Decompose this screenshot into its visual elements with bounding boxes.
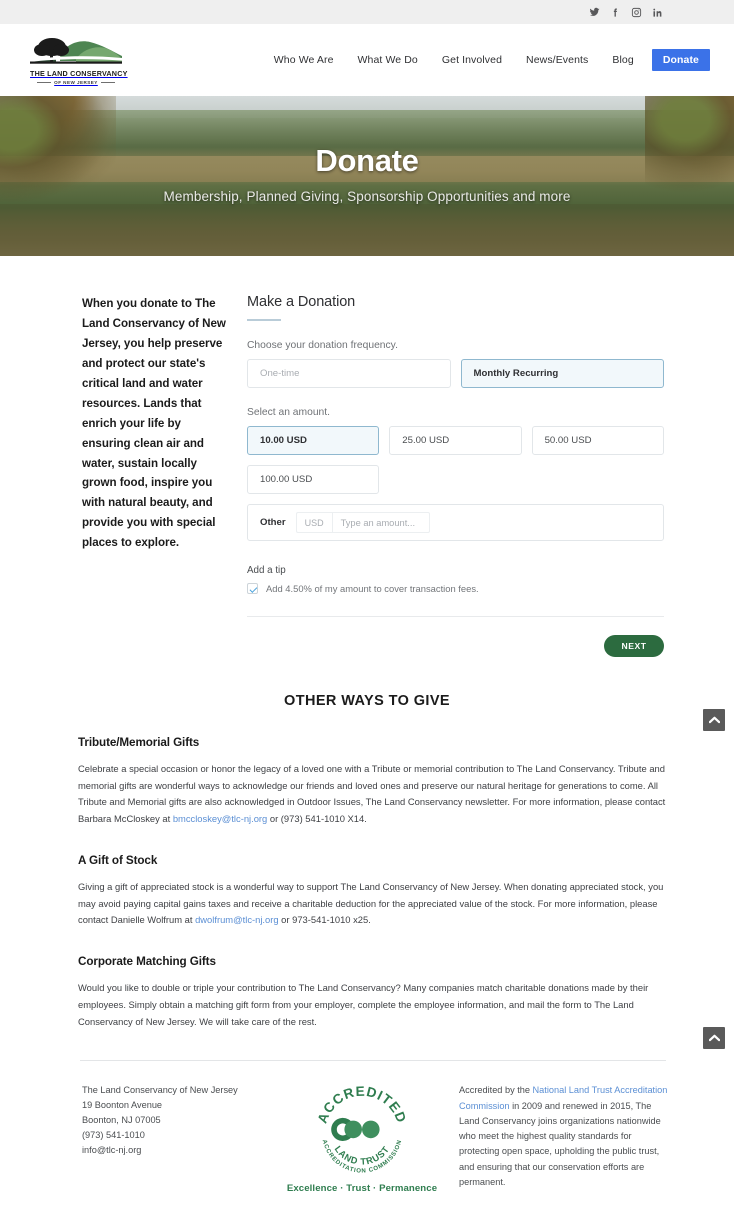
frequency-label: Choose your donation frequency. [247,340,398,351]
form-title: Make a Donation [247,294,356,310]
logo-subtitle-row: OF NEW JERSEY [30,80,122,85]
footer-org: The Land Conservancy of New Jersey [82,1085,238,1096]
way-body: Would you like to double or triple your … [78,980,666,1030]
scroll-to-top-button[interactable] [703,1027,725,1049]
way-tribute-memorial-gifts: Tribute/Memorial Gifts Celebrate a speci… [78,736,666,828]
amount-option-10[interactable]: 10.00 USD [247,426,380,455]
way-body-before: Would you like to double or triple your … [78,982,649,1027]
frequency-option-monthly-recurring[interactable]: Monthly Recurring [460,359,664,388]
footer-phone: (973) 541-1010 [82,1130,145,1141]
way-gift-of-stock: A Gift of Stock Giving a gift of appreci… [78,854,666,929]
main-content: When you donate to The Land Conservancy … [0,256,734,1228]
intro-column: When you donate to The Land Conservancy … [82,294,247,657]
way-email-link[interactable]: dwolfrum@tlc-nj.org [195,914,279,925]
site-footer: The Land Conservancy of New Jersey 19 Bo… [0,1061,734,1228]
accreditation-seal: ACCREDITED LAND TRUST ACCREDITATION COMM… [277,1083,447,1194]
logo-rule-right [100,82,115,83]
footer-accreditation-text: Accredited by the National Land Trust Ac… [447,1083,674,1190]
other-amount-input[interactable]: Type an amount... [331,512,430,533]
other-amount-row[interactable]: Other USD Type an amount... [247,504,664,541]
svg-text:ACCREDITED: ACCREDITED [315,1084,410,1126]
way-title: Corporate Matching Gifts [78,955,216,969]
amount-option-100[interactable]: 100.00 USD [247,465,380,494]
way-body: Giving a gift of appreciated stock is a … [78,879,666,929]
way-title: A Gift of Stock [78,853,158,867]
hero-banner: Donate Membership, Planned Giving, Spons… [0,96,734,256]
chevron-up-icon [708,1034,720,1042]
way-email-link[interactable]: bmccloskey@tlc-nj.org [173,813,267,824]
way-body-after: or 973-541-1010 x25. [278,914,371,926]
nav-item-blog[interactable]: Blog [600,54,645,66]
accreditation-before: Accredited by the [459,1085,533,1096]
footer-email: info@tlc-nj.org [82,1144,142,1155]
footer-street: 19 Boonton Avenue [82,1100,163,1111]
chevron-up-icon [708,716,720,724]
tip-checkbox-label: Add 4.50% of my amount to cover transact… [266,583,479,594]
amount-label: Select an amount. [247,407,330,418]
tip-label: Add a tip [247,565,286,576]
way-title: Tribute/Memorial Gifts [78,736,200,749]
amount-option-25[interactable]: 25.00 USD [389,426,522,455]
frequency-option-one-time[interactable]: One-time [247,359,451,388]
site-header: THE LAND CONSERVANCY OF NEW JERSEY Who W… [0,24,734,96]
logo-title: THE LAND CONSERVANCY [30,69,128,78]
nav-item-who-we-are[interactable]: Who We Are [262,54,346,66]
accreditation-after: in 2009 and renewed in 2015, The Land Co… [459,1100,661,1187]
way-body-before: Celebrate a special occasion or honor th… [78,763,666,825]
form-title-underline [247,319,281,321]
amount-options: 10.00 USD 25.00 USD 50.00 USD 100.00 USD [247,426,664,494]
top-social-bar [0,0,734,24]
tip-row: Add 4.50% of my amount to cover transact… [247,583,664,594]
way-body-after: or (973) 541-1010 X14. [267,813,367,825]
linkedin-icon[interactable] [651,6,664,19]
facebook-icon[interactable] [609,6,622,19]
hero-title: Donate [315,142,419,178]
main-nav: Who We Are What We Do Get Involved News/… [262,49,710,71]
twitter-icon[interactable] [588,6,601,19]
hero-subtitle: Membership, Planned Giving, Sponsorship … [163,188,571,204]
logo-artwork [30,35,122,68]
scroll-to-top-button[interactable] [703,709,725,731]
other-currency-label: USD [295,512,332,533]
tip-checkbox[interactable] [247,583,258,594]
instagram-icon[interactable] [630,6,643,19]
logo-subtitle: OF NEW JERSEY [54,80,98,85]
logo-tree-hills-icon [30,38,122,64]
donation-form: Make a Donation Choose your donation fre… [247,294,664,657]
nav-item-what-we-do[interactable]: What We Do [346,54,430,66]
frequency-options: One-time Monthly Recurring [247,359,664,388]
next-button[interactable]: NEXT [604,635,664,657]
footer-city: Boonton, NJ 07005 [82,1115,161,1126]
seal-tagline: Excellence · Trust · Permanence [286,1183,438,1195]
amount-option-50[interactable]: 50.00 USD [531,426,664,455]
other-ways-heading: OTHER WAYS TO GIVE [284,693,450,709]
nav-item-news-events[interactable]: News/Events [514,54,600,66]
nav-donate-button[interactable]: Donate [651,49,710,71]
other-ways-sections: Tribute/Memorial Gifts Celebrate a speci… [0,736,734,1030]
way-body: Celebrate a special occasion or honor th… [78,761,666,828]
logo-rule-left [37,82,52,83]
footer-address: The Land Conservancy of New Jersey 19 Bo… [82,1083,277,1158]
way-corporate-matching-gifts: Corporate Matching Gifts Would you like … [78,955,666,1030]
nav-item-get-involved[interactable]: Get Involved [430,54,514,66]
other-amount-label: Other [260,517,286,528]
intro-text: When you donate to The Land Conservancy … [82,297,226,550]
accreditation-seal-icon: ACCREDITED LAND TRUST ACCREDITATION COMM… [315,1084,410,1175]
site-logo[interactable]: THE LAND CONSERVANCY OF NEW JERSEY [30,35,128,85]
